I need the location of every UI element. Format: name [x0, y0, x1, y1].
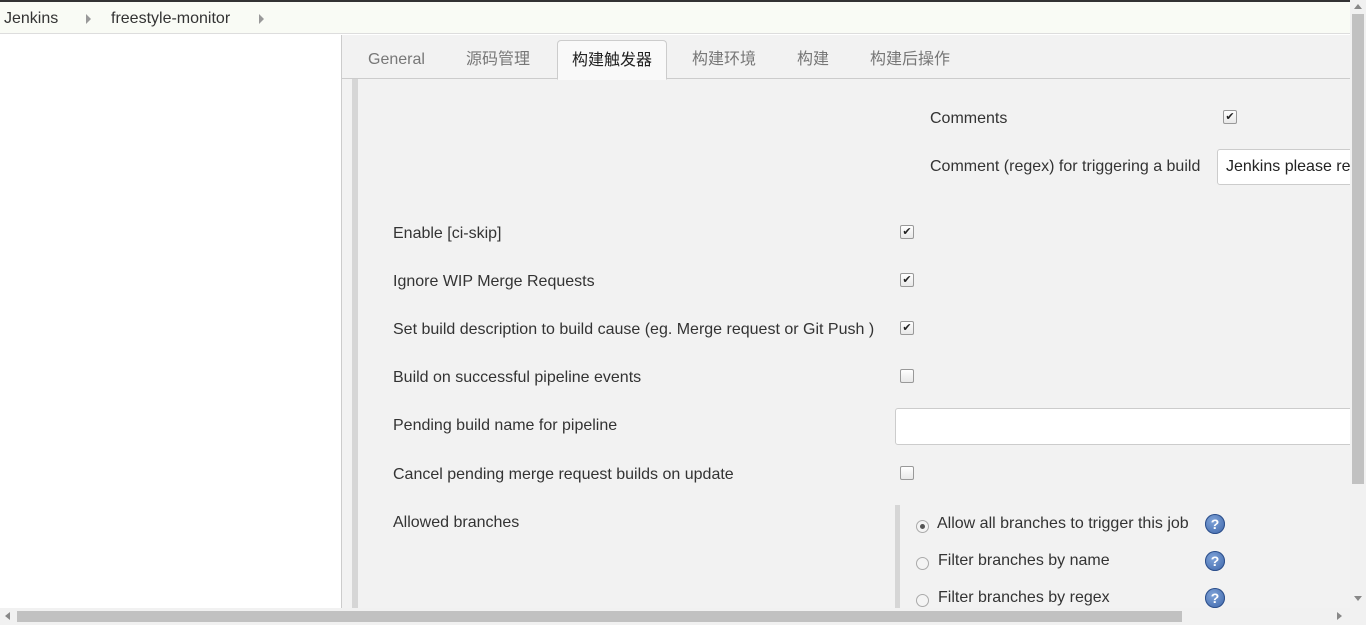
vertical-scrollbar[interactable] — [1350, 0, 1366, 608]
scroll-up-icon[interactable] — [1354, 4, 1362, 9]
breadcrumb: Jenkins freestyle-monitor — [0, 0, 1350, 34]
section-indent-bar — [352, 79, 358, 608]
comment-regex-label: Comment (regex) for triggering a build — [930, 158, 1201, 175]
comment-regex-input[interactable] — [1217, 149, 1350, 185]
comments-label: Comments — [930, 110, 1008, 127]
ignore-wip-label: Ignore WIP Merge Requests — [393, 273, 595, 290]
tab-build-environment[interactable]: 构建环境 — [678, 40, 770, 79]
chevron-right-icon[interactable] — [86, 14, 91, 24]
config-panel: General 源码管理 构建触发器 构建环境 构建 构建后操作 Comment… — [342, 35, 1350, 608]
allowed-branches-label: Allowed branches — [393, 514, 520, 531]
breadcrumb-job[interactable]: freestyle-monitor — [111, 10, 230, 28]
ci-skip-label: Enable [ci-skip] — [393, 225, 502, 242]
tab-general[interactable]: General — [354, 40, 439, 79]
allowed-branches-options: Allow all branches to trigger this job ?… — [895, 505, 1350, 608]
vertical-scroll-thumb[interactable] — [1352, 14, 1364, 484]
tab-post-build[interactable]: 构建后操作 — [856, 40, 964, 79]
sidebar — [0, 35, 342, 608]
help-icon[interactable]: ? — [1205, 551, 1225, 571]
allow-all-branches-label[interactable]: Allow all branches to trigger this job — [937, 515, 1189, 533]
breadcrumb-jenkins[interactable]: Jenkins — [4, 10, 58, 28]
radio-filter-by-name[interactable] — [916, 557, 929, 570]
pipeline-events-checkbox[interactable] — [900, 369, 914, 383]
tab-source-control[interactable]: 源码管理 — [452, 40, 544, 79]
scroll-left-icon[interactable] — [5, 612, 10, 620]
radio-allow-all-branches[interactable] — [916, 520, 929, 533]
pipeline-events-label: Build on successful pipeline events — [393, 369, 642, 386]
horizontal-scrollbar[interactable] — [0, 608, 1366, 625]
set-description-label: Set build description to build cause (eg… — [393, 321, 875, 338]
radio-filter-by-regex[interactable] — [916, 594, 929, 607]
help-icon[interactable]: ? — [1205, 588, 1225, 608]
cancel-pending-checkbox[interactable] — [900, 466, 914, 480]
chevron-right-icon[interactable] — [259, 14, 264, 24]
horizontal-scroll-thumb[interactable] — [17, 611, 1182, 622]
set-description-checkbox[interactable]: ✔ — [900, 321, 914, 335]
filter-by-name-label[interactable]: Filter branches by name — [938, 552, 1110, 570]
filter-by-regex-label[interactable]: Filter branches by regex — [938, 589, 1110, 607]
pending-build-name-label: Pending build name for pipeline — [393, 417, 618, 434]
ci-skip-checkbox[interactable]: ✔ — [900, 225, 914, 239]
tab-build-triggers[interactable]: 构建触发器 — [557, 40, 668, 80]
help-icon[interactable]: ? — [1205, 514, 1225, 534]
scroll-right-icon[interactable] — [1337, 612, 1342, 620]
ignore-wip-checkbox[interactable]: ✔ — [900, 273, 914, 287]
pending-build-name-input[interactable] — [895, 408, 1350, 445]
tab-bar: General 源码管理 构建触发器 构建环境 构建 构建后操作 — [342, 35, 1350, 80]
scroll-down-icon[interactable] — [1354, 596, 1362, 601]
tab-build[interactable]: 构建 — [783, 40, 843, 79]
comments-checkbox[interactable]: ✔ — [1223, 110, 1237, 124]
cancel-pending-label: Cancel pending merge request builds on u… — [393, 466, 734, 483]
